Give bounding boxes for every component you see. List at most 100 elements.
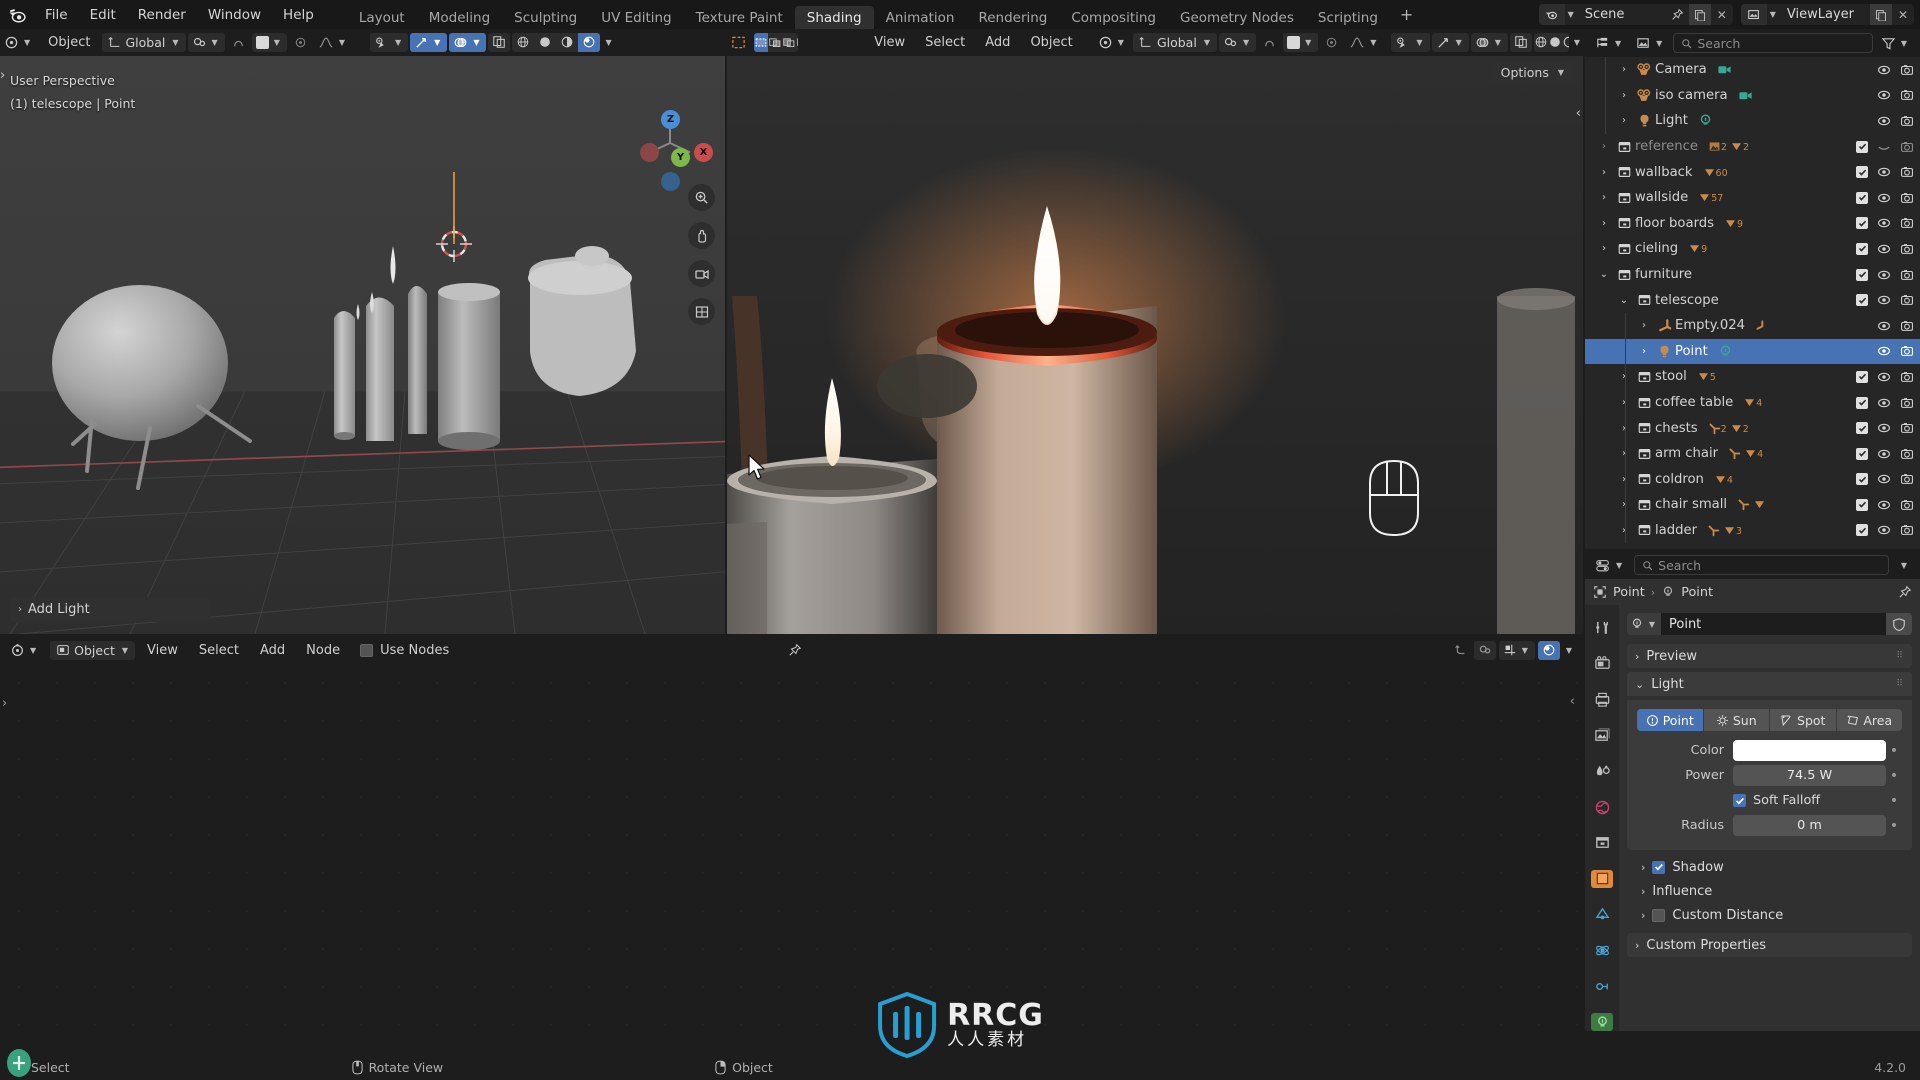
exclude-checkbox[interactable] <box>1856 166 1868 179</box>
hide-in-viewport-icon[interactable] <box>1877 472 1891 486</box>
shader-editor-canvas[interactable]: › ‹ <box>0 664 1583 1031</box>
xray-toggle-right-icon[interactable] <box>1509 32 1532 52</box>
workspace-tab-rendering[interactable]: Rendering <box>966 6 1059 29</box>
workspace-tab-compositing[interactable]: Compositing <box>1059 6 1168 29</box>
tab-scene[interactable] <box>1591 762 1613 780</box>
sidebar-collapse-left-icon[interactable]: › <box>0 68 5 83</box>
menu-file[interactable]: File <box>34 0 79 29</box>
scene-name[interactable]: Scene <box>1577 7 1667 22</box>
disable-in-renders-icon[interactable] <box>1900 498 1914 512</box>
viewlayer-selector[interactable]: ▼ ViewLayer ✕ <box>1740 4 1914 25</box>
disclosure-triangle-icon[interactable]: › <box>1615 525 1633 536</box>
hide-in-viewport-icon[interactable] <box>1877 165 1891 179</box>
disable-in-renders-icon[interactable] <box>1900 319 1914 333</box>
tab-data[interactable] <box>1591 1013 1613 1031</box>
show-overlays-right-icon[interactable]: ▼ <box>1470 32 1508 52</box>
view-object-types-icon[interactable]: ▼ <box>370 32 409 52</box>
light-data-picker[interactable]: ▼ <box>1627 613 1661 635</box>
shading-solid-right-icon[interactable] <box>1548 33 1562 52</box>
workspace-tab-sculpting[interactable]: Sculpting <box>502 6 589 29</box>
right-viewport-menu-select[interactable]: Select <box>916 35 974 50</box>
snap-target-box[interactable]: ▼ <box>251 32 287 52</box>
node-snap-magnet-icon[interactable] <box>1473 640 1496 660</box>
hide-in-viewport-icon[interactable] <box>1877 63 1891 77</box>
hide-in-viewport-icon[interactable] <box>1877 114 1891 128</box>
pin-scene-icon[interactable] <box>1667 4 1689 25</box>
outliner-row-wallside[interactable]: › wallside 57 <box>1585 185 1920 211</box>
fake-user-shield-icon[interactable] <box>1886 613 1912 635</box>
gizmo-axis-z[interactable]: Z <box>661 110 680 129</box>
editor-type-icon[interactable]: ▼ <box>0 33 37 52</box>
show-gizmo-right-icon[interactable]: ▼ <box>1431 32 1469 52</box>
outliner-row-coldron[interactable]: › coldron 4 <box>1585 467 1920 493</box>
exclude-checkbox[interactable] <box>1856 140 1868 153</box>
right-viewport-menu-add[interactable]: Add <box>976 35 1019 50</box>
tab-object[interactable] <box>1591 869 1613 888</box>
outliner-row-arm-chair[interactable]: › arm chair 4 <box>1585 441 1920 467</box>
falloff-curve-right-icon[interactable]: ▼ <box>1345 33 1383 52</box>
hide-in-viewport-icon[interactable] <box>1877 523 1891 537</box>
hide-in-viewport-icon[interactable] <box>1877 140 1891 154</box>
shading-options-caret-icon[interactable]: ▼ <box>602 38 614 47</box>
disable-in-renders-icon[interactable] <box>1900 421 1914 435</box>
outliner-row-reference[interactable]: › reference 2 2 <box>1585 134 1920 160</box>
show-overlays-icon[interactable]: ▼ <box>449 32 487 52</box>
node-menu-node[interactable]: Node <box>297 643 349 658</box>
node-shading-caret-icon[interactable]: ▼ <box>1563 646 1575 655</box>
disclosure-triangle-icon[interactable]: › <box>1595 167 1613 178</box>
light-type-sun[interactable]: Sun <box>1703 709 1770 731</box>
disclosure-triangle-icon[interactable]: › <box>1615 423 1633 434</box>
disclosure-triangle-icon[interactable]: › <box>1595 141 1613 152</box>
hide-in-viewport-icon[interactable] <box>1877 88 1891 102</box>
gizmo-axis-neg-z[interactable] <box>661 172 680 191</box>
node-sidebar-collapse-icon[interactable]: ‹ <box>1570 694 1575 709</box>
snap-magnet-icon[interactable]: ▼ <box>187 32 225 52</box>
light-power-value[interactable]: 74.5 W <box>1733 765 1886 786</box>
select-set-icon[interactable] <box>754 32 768 52</box>
select-box-tool-icon[interactable] <box>727 33 750 52</box>
outliner-search-input[interactable]: Search <box>1673 33 1873 53</box>
right-editor-type-icon[interactable]: ▼ <box>1094 33 1131 52</box>
transform-orientation-right[interactable]: Global ▼ <box>1132 32 1217 52</box>
zoom-view-icon[interactable] <box>688 184 715 211</box>
tab-constraints[interactable] <box>1591 977 1613 995</box>
shading-rendered-icon[interactable] <box>578 32 601 52</box>
disable-in-renders-icon[interactable] <box>1900 63 1914 77</box>
exclude-checkbox[interactable] <box>1856 473 1868 486</box>
hide-in-viewport-icon[interactable] <box>1877 268 1891 282</box>
hide-in-viewport-icon[interactable] <box>1877 293 1891 307</box>
exclude-checkbox[interactable] <box>1856 242 1868 255</box>
disable-in-renders-icon[interactable] <box>1900 523 1914 537</box>
light-datablock-name[interactable]: Point <box>1661 613 1886 635</box>
disable-in-renders-icon[interactable] <box>1900 114 1914 128</box>
disable-in-renders-icon[interactable] <box>1900 344 1914 358</box>
soft-falloff-animate-dot-icon[interactable]: • <box>1886 793 1902 809</box>
disable-in-renders-icon[interactable] <box>1900 447 1914 461</box>
disclosure-triangle-icon[interactable]: › <box>1615 499 1633 510</box>
proportional-falloff-right-icon[interactable] <box>1320 33 1343 52</box>
properties-editor-type-icon[interactable]: ▼ <box>1591 556 1629 575</box>
disable-in-renders-icon[interactable] <box>1900 216 1914 230</box>
panel-header-custom-properties[interactable]: › Custom Properties <box>1627 933 1912 957</box>
outliner-row-coffee-table[interactable]: › coffee table 4 <box>1585 390 1920 416</box>
disclosure-triangle-icon[interactable]: › <box>1615 371 1633 382</box>
disable-in-renders-icon[interactable] <box>1900 293 1914 307</box>
navigation-gizmo[interactable]: Z Y X <box>637 110 713 191</box>
outliner-row-empty-024[interactable]: › Empty.024 <box>1585 313 1920 339</box>
disable-in-renders-icon[interactable] <box>1900 268 1914 282</box>
select-subtract-icon[interactable] <box>782 33 796 52</box>
hide-in-viewport-icon[interactable] <box>1877 242 1891 256</box>
menu-help[interactable]: Help <box>272 0 325 29</box>
shading-options-right-caret-icon[interactable]: ▼ <box>1571 38 1583 47</box>
tab-modifiers[interactable] <box>1591 906 1613 924</box>
left-3d-viewport[interactable]: User Perspective (1) telescope | Point ›… <box>0 56 725 634</box>
outliner-row-camera[interactable]: › Camera <box>1585 57 1920 83</box>
panel-header-custom-distance[interactable]: › Custom Distance <box>1627 903 1912 927</box>
node-menu-select[interactable]: Select <box>190 643 248 658</box>
disclosure-triangle-icon[interactable]: › <box>1615 64 1633 75</box>
tab-output[interactable] <box>1591 691 1613 709</box>
outliner-row-cieling[interactable]: › cieling 9 <box>1585 236 1920 262</box>
taskbar-badge-icon[interactable] <box>6 1048 32 1078</box>
workspace-tab-texture-paint[interactable]: Texture Paint <box>684 6 795 29</box>
exclude-checkbox[interactable] <box>1856 268 1868 281</box>
